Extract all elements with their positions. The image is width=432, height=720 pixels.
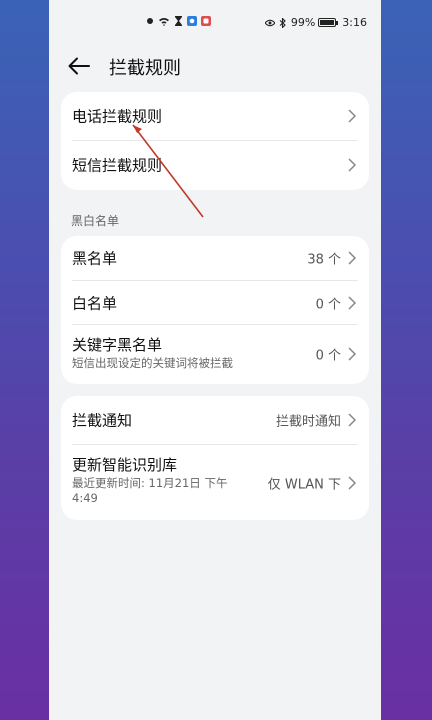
settings-card: 拦截通知 拦截时通知 更新智能识别库 最近更新时间: 11月21日 下午 4:4… bbox=[61, 396, 369, 520]
status-bar: 99% 3:16 bbox=[49, 0, 381, 44]
chevron-right-icon bbox=[348, 295, 357, 310]
blackwhite-card: 黑名单 38 个 白名单 0 个 关键字黑名单 短信出现设定的关键词将被拦截 0… bbox=[61, 236, 369, 384]
phone-screen: 99% 3:16 拦截规则 电话拦截规则 短信拦截规则 黑白名单 黑名单 38 … bbox=[49, 0, 381, 720]
sms-interception-rules-label: 短信拦截规则 bbox=[72, 156, 163, 175]
eye-icon bbox=[264, 18, 275, 28]
chevron-right-icon bbox=[348, 109, 357, 123]
whitelist-count: 0 个 bbox=[315, 297, 341, 312]
blackwhite-section-title: 黑白名单 bbox=[71, 214, 120, 228]
blacklist-label: 黑名单 bbox=[72, 249, 118, 268]
keyword-blacklist-count: 0 个 bbox=[315, 348, 341, 364]
back-button[interactable] bbox=[65, 52, 93, 80]
call-interception-rules-label: 电话拦截规则 bbox=[72, 107, 163, 126]
keyword-blacklist-description: 短信出现设定的关键词将被拦截 bbox=[72, 356, 233, 370]
chevron-right-icon bbox=[348, 251, 357, 265]
clock: 3:16 bbox=[342, 16, 367, 29]
notification-dot-icon bbox=[145, 16, 155, 26]
last-update-time-line1: 最近更新时间: 11月21日 下午 bbox=[72, 476, 228, 490]
app-header: 拦截规则 bbox=[49, 48, 381, 84]
update-recognition-library-label: 更新智能识别库 bbox=[72, 456, 178, 474]
update-condition-value: 仅 WLAN 下 bbox=[267, 477, 341, 492]
chevron-right-icon bbox=[348, 158, 357, 172]
call-interception-rules-row[interactable]: 电话拦截规则 bbox=[61, 92, 369, 140]
app-notification-red-icon bbox=[201, 16, 211, 26]
wifi-icon bbox=[159, 16, 169, 26]
chevron-right-icon bbox=[348, 475, 357, 490]
blacklist-count: 38 个 bbox=[307, 252, 341, 268]
battery-icon bbox=[318, 18, 339, 27]
blacklist-row[interactable]: 黑名单 38 个 bbox=[61, 236, 369, 280]
status-system-icons: 99% 3:16 bbox=[264, 16, 367, 29]
intercept-notification-row[interactable]: 拦截通知 拦截时通知 bbox=[61, 396, 369, 444]
keyword-blacklist-label: 关键字黑名单 bbox=[72, 336, 163, 354]
bluetooth-icon bbox=[278, 17, 288, 28]
update-recognition-library-row[interactable]: 更新智能识别库 最近更新时间: 11月21日 下午 4:49 仅 WLAN 下 bbox=[61, 445, 369, 520]
sms-interception-rules-row[interactable]: 短信拦截规则 bbox=[61, 141, 369, 189]
whitelist-label: 白名单 bbox=[72, 294, 118, 312]
chevron-right-icon bbox=[348, 347, 357, 361]
page-title: 拦截规则 bbox=[109, 58, 181, 79]
status-notification-icons bbox=[145, 16, 211, 26]
whitelist-row[interactable]: 白名单 0 个 bbox=[61, 281, 369, 324]
intercept-notification-value: 拦截时通知 bbox=[275, 414, 341, 430]
chevron-right-icon bbox=[348, 413, 357, 427]
battery-percent: 99% bbox=[290, 16, 316, 29]
hourglass-icon bbox=[173, 16, 183, 26]
keyword-blacklist-row[interactable]: 关键字黑名单 短信出现设定的关键词将被拦截 0 个 bbox=[61, 325, 369, 383]
back-arrow-icon bbox=[68, 57, 90, 75]
rules-card: 电话拦截规则 短信拦截规则 bbox=[61, 92, 369, 190]
app-notification-blue-icon bbox=[187, 16, 197, 26]
intercept-notification-label: 拦截通知 bbox=[72, 411, 133, 430]
last-update-time-line2: 4:49 bbox=[72, 491, 98, 505]
